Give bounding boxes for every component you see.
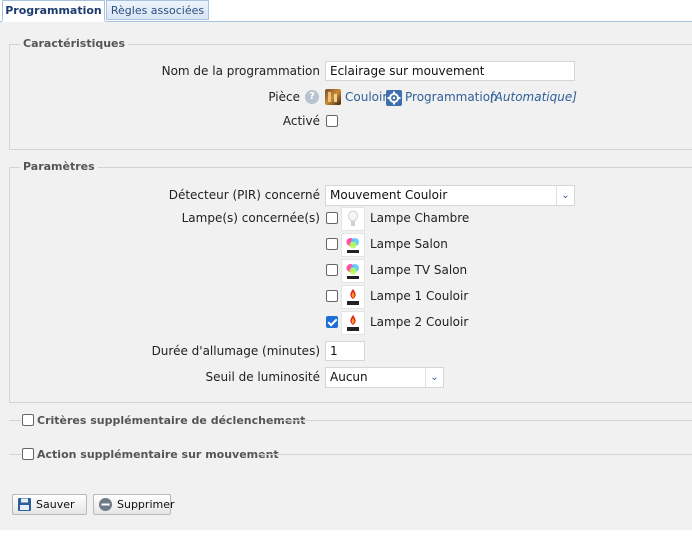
active-label: Activé	[282, 114, 320, 128]
lamp-name-tv-salon: Lampe TV Salon	[370, 263, 468, 277]
active-checkbox[interactable]	[326, 115, 338, 127]
extra-criteria-divider	[9, 420, 21, 421]
extra-criteria-checkbox[interactable]	[22, 414, 34, 426]
color-bulb-icon	[341, 233, 365, 257]
lamp-name-chambre: Lampe Chambre	[370, 211, 470, 225]
room-label: Pièce	[268, 90, 300, 104]
flame-bulb-icon	[341, 285, 365, 309]
lamp-checkbox-1-couloir[interactable]	[326, 290, 338, 302]
characteristics-legend: Caractéristiques	[20, 37, 129, 50]
lamp-name-1-couloir: Lampe 1 Couloir	[370, 289, 469, 303]
white-bulb-icon	[341, 207, 365, 231]
name-label: Nom de la programmation	[161, 64, 320, 78]
lamps-label: Lampe(s) concernée(s)	[181, 211, 320, 225]
minus-circle-icon	[98, 497, 113, 512]
extra-action-divider	[9, 454, 21, 455]
room-icon	[325, 89, 341, 105]
threshold-select[interactable]: Aucun ⌄	[325, 367, 444, 388]
threshold-label: Seuil de luminosité	[205, 370, 321, 384]
program-gear-icon	[386, 90, 402, 106]
lamp-checkbox-tv-salon[interactable]	[326, 264, 338, 276]
program-mode-label: [Automatique]	[490, 90, 577, 104]
tab-programmation[interactable]: Programmation	[2, 0, 105, 22]
lamp-name-salon: Lampe Salon	[370, 237, 448, 251]
lamp-name-2-couloir: Lampe 2 Couloir	[370, 315, 469, 329]
extra-action-divider-right	[258, 454, 692, 455]
save-button-label: Sauver	[36, 498, 75, 511]
save-button[interactable]: Sauver	[12, 494, 87, 515]
detector-select-value: Mouvement Couloir	[330, 188, 448, 202]
lamp-checkbox-salon[interactable]	[326, 238, 338, 250]
detector-select[interactable]: Mouvement Couloir ⌄	[325, 185, 575, 206]
delete-button-label: Supprimer	[117, 498, 175, 511]
chevron-down-icon: ⌄	[425, 368, 443, 387]
floppy-disk-icon	[17, 497, 32, 512]
program-link[interactable]: Programmation	[405, 90, 498, 104]
threshold-select-value: Aucun	[330, 370, 368, 384]
parameters-legend: Paramètres	[20, 160, 98, 173]
color-bulb-icon	[341, 259, 365, 283]
room-link[interactable]: Couloir	[345, 90, 387, 104]
extra-action-title[interactable]: Action supplémentaire sur mouvement	[37, 448, 279, 461]
programmation-panel: Caractéristiques Nom de la programmation…	[0, 22, 692, 530]
name-input[interactable]: Eclairage sur mouvement	[325, 61, 575, 81]
duration-input[interactable]: 1	[325, 341, 365, 361]
tab-bar: Programmation Règles associées	[0, 0, 692, 22]
flame-bulb-icon	[341, 311, 365, 335]
delete-button[interactable]: Supprimer	[93, 494, 175, 515]
tab-regles-associees[interactable]: Règles associées	[106, 0, 209, 20]
extra-criteria-title[interactable]: Critères supplémentaire de déclenchement	[37, 414, 305, 427]
bottom-strip	[0, 530, 692, 541]
help-icon[interactable]: ?	[305, 90, 319, 104]
extra-criteria-divider-right	[280, 420, 692, 421]
lamp-checkbox-chambre[interactable]	[326, 212, 338, 224]
chevron-down-icon: ⌄	[556, 186, 574, 205]
lamp-checkbox-2-couloir[interactable]	[326, 316, 338, 328]
duration-label: Durée d'allumage (minutes)	[151, 344, 320, 358]
detector-label: Détecteur (PIR) concerné	[168, 188, 320, 202]
extra-action-checkbox[interactable]	[22, 448, 34, 460]
